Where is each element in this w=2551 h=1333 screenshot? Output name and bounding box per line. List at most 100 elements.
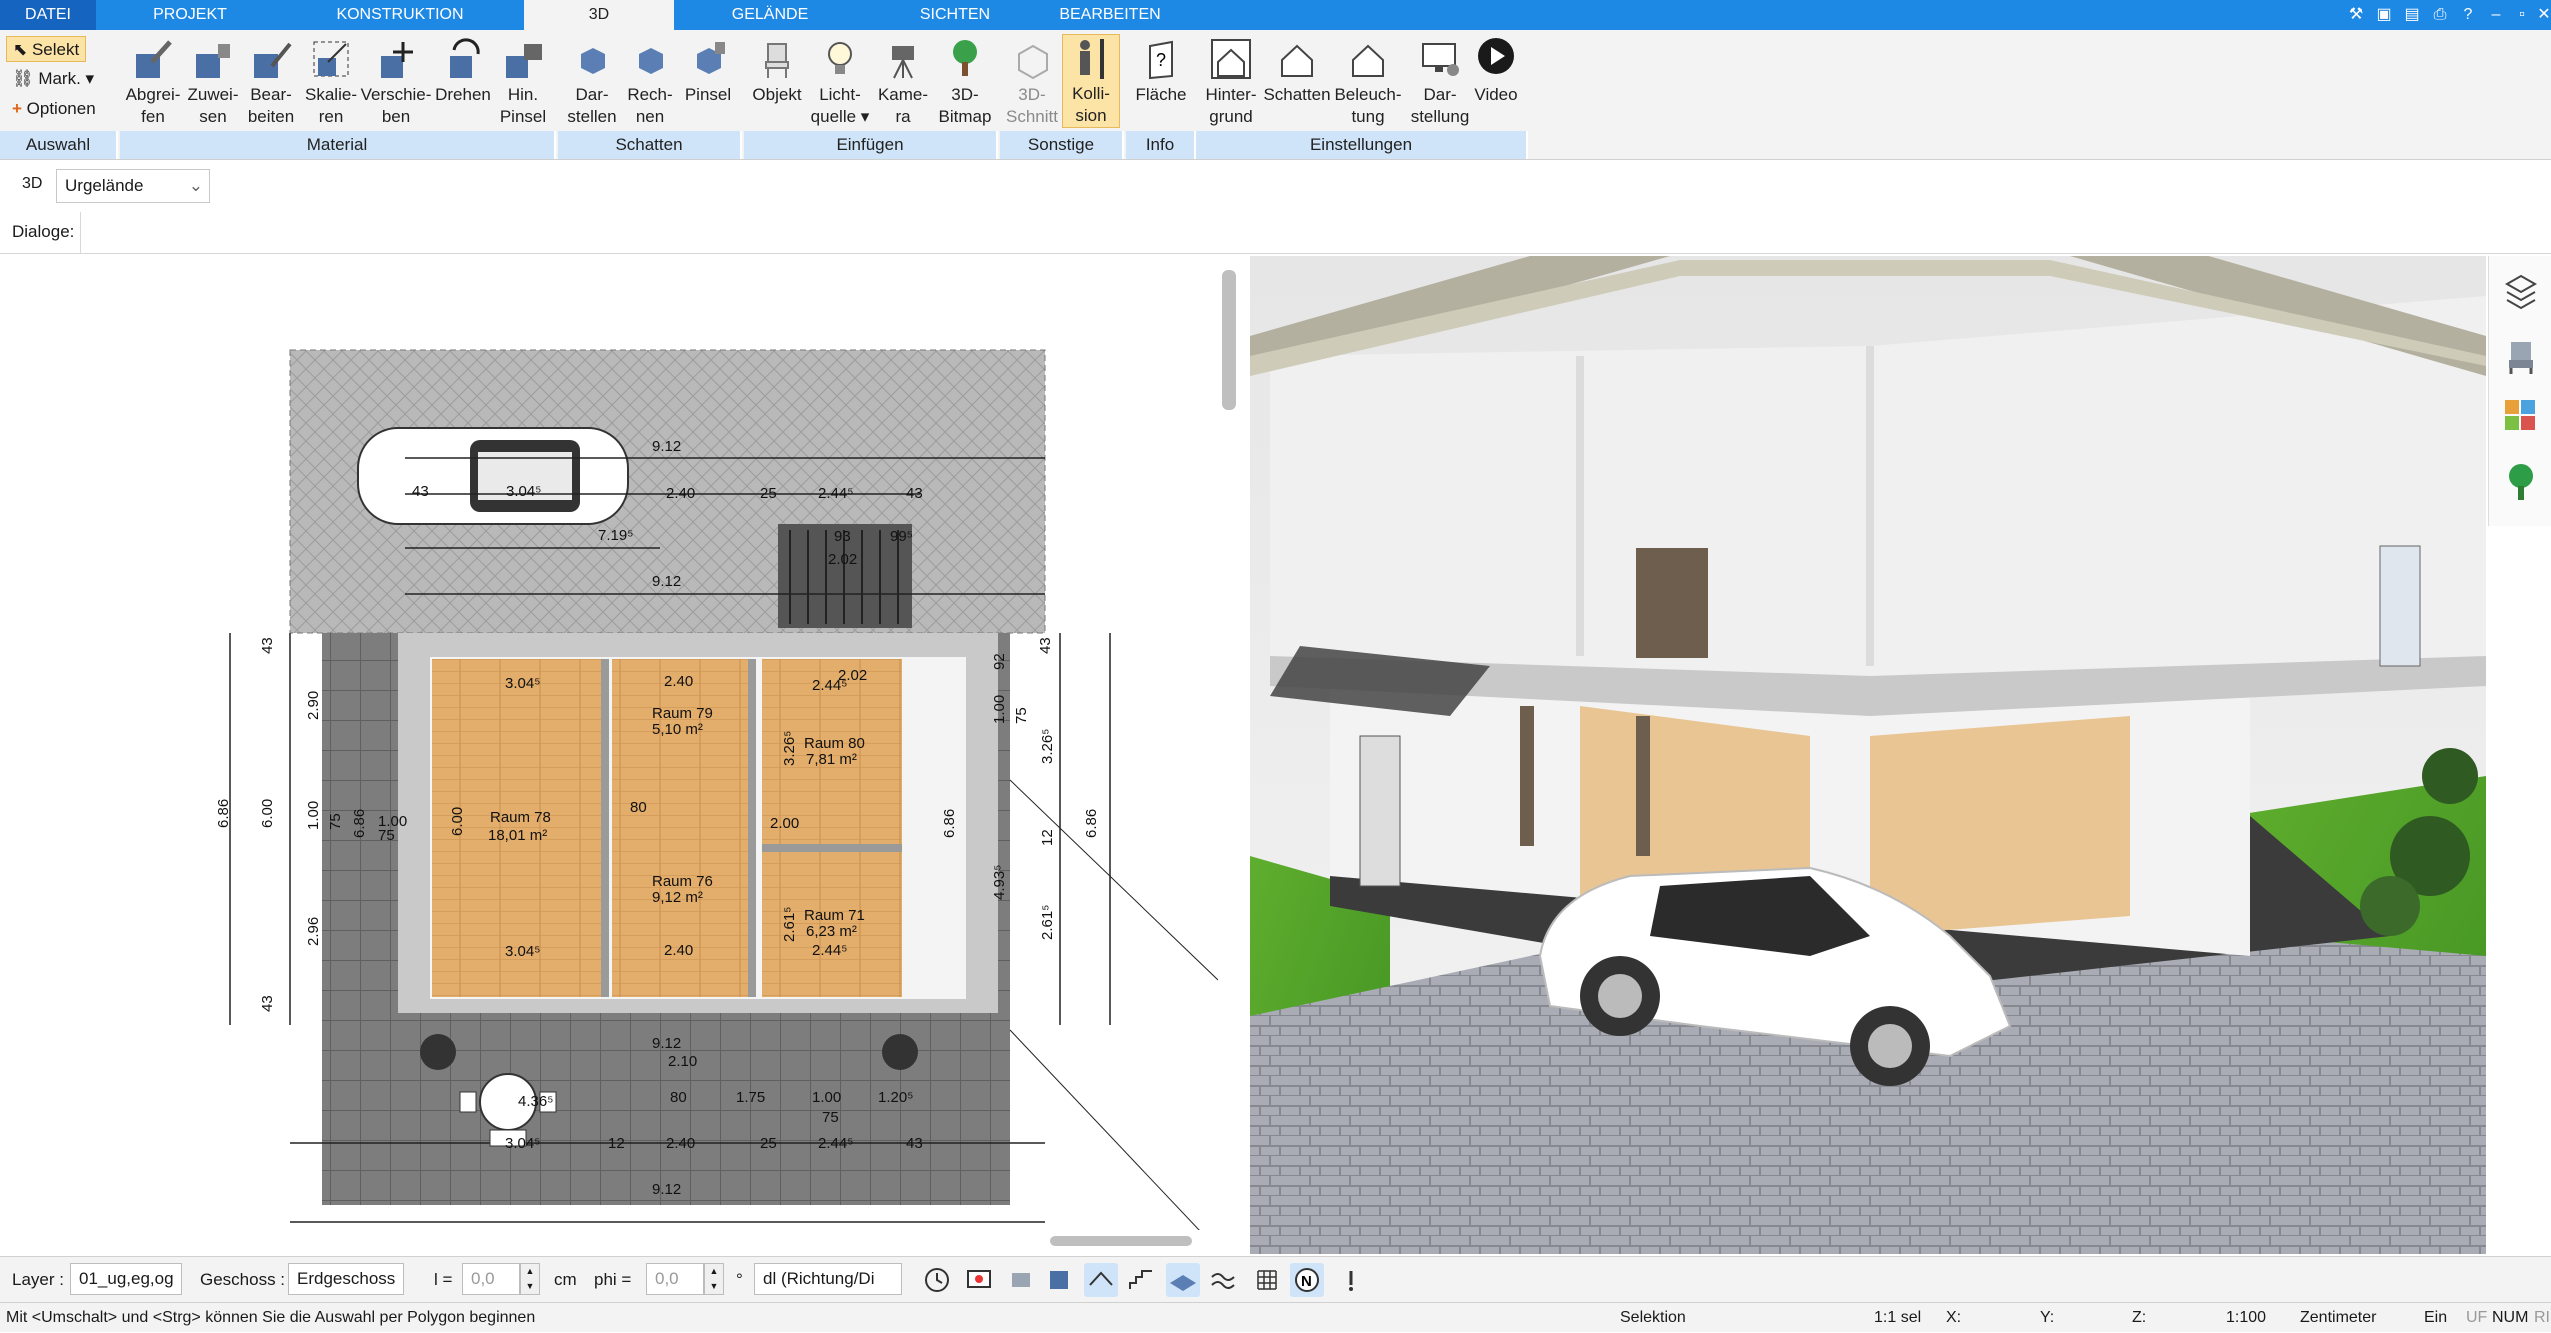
grid-icon[interactable]	[1250, 1263, 1284, 1297]
tab-datei[interactable]: DATEI	[0, 0, 96, 30]
dim-label: 9.12	[652, 1035, 681, 1052]
tab-projekt[interactable]: PROJEKT	[130, 0, 250, 30]
tools-icon[interactable]: ⚒	[2344, 3, 2368, 27]
phi-label: phi =	[594, 1270, 632, 1289]
dim-label: 6.86	[1083, 809, 1100, 838]
direction-select[interactable]: dl (Richtung/Di	[754, 1263, 902, 1295]
schatten-pinsel-button[interactable]: Pinsel	[678, 36, 738, 106]
kollision-button[interactable]: Kolli-sion	[1062, 34, 1120, 128]
3d-view[interactable]	[1250, 256, 2486, 1254]
north-icon[interactable]: N	[1290, 1263, 1324, 1297]
dim-label: 93	[834, 528, 851, 545]
optionen-button[interactable]: + Optionen	[6, 96, 102, 122]
layers-icon[interactable]	[2503, 270, 2539, 310]
move-icon	[381, 42, 413, 78]
zuweisen-button[interactable]: Zuwei-sen	[182, 36, 244, 128]
dim-label: 2.61⁵	[1039, 905, 1056, 940]
help-icon[interactable]: ?	[2456, 3, 2480, 27]
schatten-rechnen-button[interactable]: Rech-nen	[620, 36, 680, 128]
dim-label: 1.20⁵	[878, 1089, 913, 1106]
plan-vertical-scrollbar[interactable]	[1222, 270, 1236, 410]
hintergrund-button[interactable]: Hinter-grund	[1198, 36, 1264, 128]
shadow-cube-icon	[581, 48, 605, 74]
furniture-catalog-icon[interactable]	[2503, 336, 2539, 376]
lichtquelle-button[interactable]: Licht-quelle ▾	[808, 36, 872, 128]
dim-label: 75	[822, 1109, 839, 1126]
dim-label: 43	[259, 637, 276, 654]
roof-icon[interactable]	[1084, 1263, 1118, 1297]
tab-sichten[interactable]: SICHTEN	[900, 0, 1010, 30]
terrain-select[interactable]: Urgelände ⌄	[56, 169, 210, 203]
dim-label: 25	[760, 485, 777, 502]
dim-label: 6.86	[215, 799, 232, 828]
verschieben-button[interactable]: Verschie-ben	[360, 36, 432, 128]
objekt-button[interactable]: Objekt	[746, 36, 808, 106]
room-area: 5,10 m²	[652, 721, 703, 738]
tab-3d[interactable]: 3D	[524, 0, 674, 30]
assign-material-icon	[196, 44, 230, 78]
tab-bearbeiten[interactable]: BEARBEITEN	[1050, 0, 1170, 30]
restore-icon[interactable]: ▫	[2510, 3, 2534, 27]
abgreifen-button[interactable]: Abgrei-fen	[122, 36, 184, 128]
floor-plan-drawing[interactable]: 9.12 2.40 25 2.44⁵ 43 7.19⁵ 93 99⁵ 2.02 …	[0, 256, 1218, 1230]
schatten-darstellen-button[interactable]: Dar-stellen	[562, 36, 622, 128]
stairs-icon[interactable]	[1124, 1263, 1158, 1297]
monitor-icon[interactable]	[962, 1263, 996, 1297]
selekt-button[interactable]: ⬉ Selekt	[6, 36, 87, 62]
skalieren-button[interactable]: Skalie-ren	[300, 36, 362, 128]
room-name: Raum 79	[652, 705, 713, 722]
layout-icon[interactable]: ▤	[2400, 3, 2424, 27]
l-stepper[interactable]: ▲ ▼	[520, 1263, 540, 1295]
kamera-button[interactable]: Kame-ra	[872, 36, 934, 128]
drehen-button[interactable]: Drehen	[432, 36, 494, 106]
flaeche-button[interactable]: ? Fläche	[1130, 36, 1192, 106]
dim-label: 1.00	[812, 1089, 841, 1106]
l-input[interactable]: 0,0	[462, 1263, 520, 1295]
phi-input[interactable]: 0,0	[646, 1263, 704, 1295]
more-icon[interactable]	[1334, 1263, 1368, 1297]
floor-plan-view[interactable]: 9.12 2.40 25 2.44⁵ 43 7.19⁵ 93 99⁵ 2.02 …	[0, 256, 1218, 1230]
einstellung-schatten-button[interactable]: Schatten	[1262, 36, 1332, 106]
dim-label: 4.36⁵	[518, 1093, 553, 1110]
chevron-down-icon: ⌄	[188, 176, 203, 195]
plan-horizontal-scrollbar[interactable]	[1050, 1236, 1192, 1246]
bearbeiten-button[interactable]: Bear-beiten	[240, 36, 302, 128]
video-button[interactable]: Video	[1466, 36, 1526, 106]
dim-label: 2.61⁵	[781, 907, 798, 942]
room-name: Raum 71	[804, 907, 865, 924]
mark-button[interactable]: ⛓ Mark. ▾	[6, 66, 100, 92]
dim-label: 25	[760, 1135, 777, 1152]
dim-label: 6.86	[941, 809, 958, 838]
floor-icon[interactable]	[1166, 1263, 1200, 1297]
status-uf: UF	[2466, 1309, 2488, 1326]
room-name: Raum 78	[490, 809, 551, 826]
house-shadow-icon	[1281, 44, 1313, 77]
layer-select[interactable]: 01_ug,eg,og	[70, 1263, 182, 1295]
dim-label: 2.90	[305, 691, 322, 720]
materials-icon[interactable]	[2503, 398, 2539, 438]
minimize-icon[interactable]: –	[2484, 3, 2508, 27]
tab-gelaende[interactable]: GELÄNDE	[710, 0, 830, 30]
phi-stepper[interactable]: ▲ ▼	[704, 1263, 724, 1295]
cube-icon[interactable]	[1042, 1263, 1076, 1297]
3d-house-render[interactable]	[1250, 256, 2486, 1254]
brush-icon	[506, 44, 542, 78]
tab-konstruktion[interactable]: KONSTRUKTION	[320, 0, 480, 30]
print-icon[interactable]: ⎙	[2428, 3, 2452, 27]
wave-icon[interactable]	[1206, 1263, 1240, 1297]
edit-material-icon	[254, 42, 292, 78]
beleuchtung-button[interactable]: Beleuch-tung	[1332, 36, 1404, 128]
close-icon[interactable]: ✕	[2532, 3, 2551, 27]
clock-icon[interactable]	[920, 1263, 954, 1297]
plants-icon[interactable]	[2503, 462, 2539, 502]
3d-bitmap-button[interactable]: 3D- Bitmap	[934, 36, 996, 128]
dim-label: 75	[327, 813, 344, 830]
status-sel: 1:1 sel	[1874, 1309, 1922, 1326]
compute-shadow-icon	[639, 48, 663, 74]
3d-schnitt-button[interactable]: 3D- Schnitt	[1002, 36, 1062, 128]
tools-set-icon[interactable]	[1004, 1263, 1038, 1297]
window-icon[interactable]: ▣	[2372, 3, 2396, 27]
hin-pinsel-button[interactable]: Hin. Pinsel	[492, 36, 554, 128]
dim-label: 6.00	[449, 807, 466, 836]
geschoss-select[interactable]: Erdgeschoss	[288, 1263, 404, 1295]
